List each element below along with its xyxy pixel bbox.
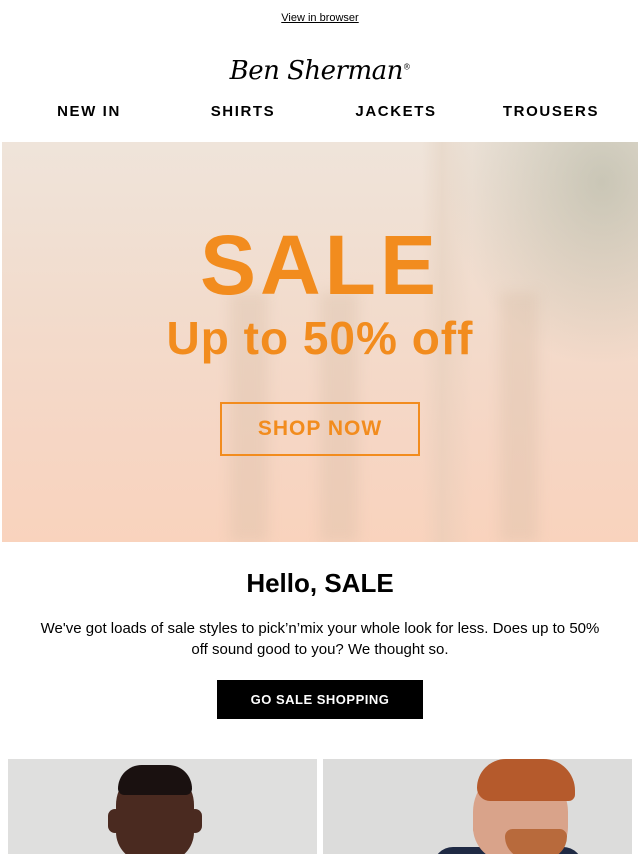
model-hair (118, 765, 192, 795)
model-hair (477, 759, 575, 801)
hero-subtitle: Up to 50% off (166, 312, 474, 364)
hero-title: SALE (199, 218, 441, 312)
brand-logo[interactable]: Ben Sherman® (0, 56, 640, 86)
model-beard (505, 829, 567, 854)
shop-now-button[interactable]: SHOP NOW (220, 402, 420, 456)
main-nav: NEW IN SHIRTS JACKETS TROUSERS (0, 103, 640, 125)
view-in-browser-link[interactable]: View in browser (0, 12, 640, 24)
nav-item-shirts[interactable]: SHIRTS (163, 103, 323, 120)
nav-item-jackets[interactable]: JACKETS (316, 103, 476, 120)
intro-heading: Hello, SALE (246, 568, 394, 598)
email-header: View in browser (0, 0, 640, 40)
product-image-1[interactable] (8, 759, 317, 854)
nav-item-trousers[interactable]: TROUSERS (471, 103, 631, 120)
sale-hero-banner[interactable]: SALE Up to 50% off SHOP NOW (2, 142, 638, 542)
registered-mark: ® (402, 62, 411, 72)
go-sale-shopping-button[interactable]: GO SALE SHOPPING (217, 680, 423, 719)
intro-body: We've got loads of sale styles to pick’n… (40, 620, 600, 658)
brand-logo-text: Ben Sherman (229, 56, 404, 86)
product-image-2[interactable] (323, 759, 632, 854)
nav-item-new-in[interactable]: NEW IN (9, 103, 169, 120)
